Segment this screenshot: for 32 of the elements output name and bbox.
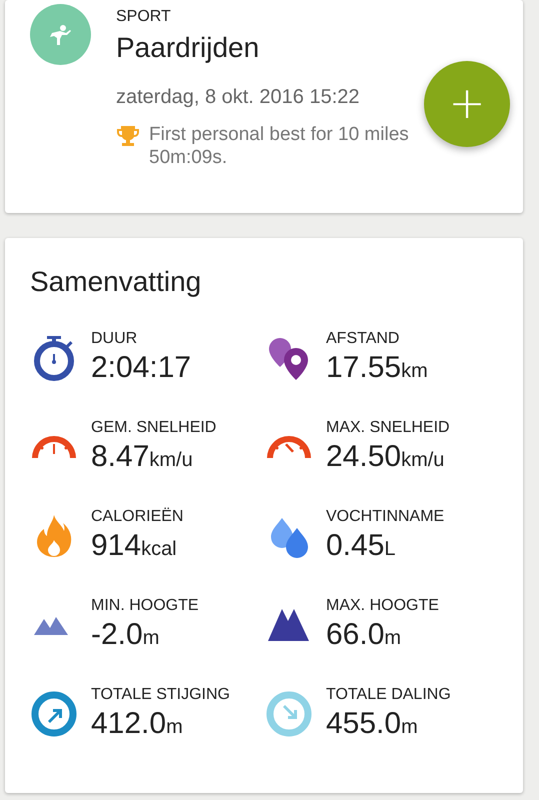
stat-value: 17.55km: [326, 351, 428, 385]
stat-label: VOCHTINNAME: [326, 508, 444, 526]
stat-value: 0.45L: [326, 529, 397, 563]
stat-value: 24.50km/u: [326, 440, 446, 474]
stat-value: 66.0m: [326, 618, 402, 652]
stat-label: TOTALE STIJGING: [91, 686, 230, 704]
stat-label: TOTALE DALING: [326, 686, 451, 704]
trophy-icon: [116, 125, 140, 147]
stat-value: 8.47km/u: [91, 440, 194, 474]
speedometer-icon: [265, 434, 313, 458]
stat-label: CALORIEËN: [91, 508, 184, 526]
summary-title: Samenvatting: [30, 266, 202, 298]
category-label: SPORT: [116, 8, 172, 26]
stat-value: -2.0m: [91, 618, 160, 652]
activity-date: zaterdag, 8 okt. 2016 15:22: [116, 86, 361, 109]
arrow-circle-icon: [30, 690, 78, 738]
stat-value: 2:04:17: [91, 351, 192, 385]
stat-value: 412.0m: [91, 707, 184, 741]
stat-label: AFSTAND: [326, 330, 400, 348]
speedometer-icon: [30, 434, 78, 458]
stat-label: MIN. HOOGTE: [91, 597, 199, 615]
stat-label: MAX. SNELHEID: [326, 419, 450, 437]
achievement-text: 50m:09s.: [149, 146, 228, 169]
stat-value: 914kcal: [91, 529, 178, 563]
arrow-circle-icon: [265, 690, 313, 738]
stat-label: DUUR: [91, 330, 138, 348]
activity-title: Paardrijden: [116, 32, 260, 64]
add-button[interactable]: +: [424, 61, 510, 147]
stat-label: MAX. HOOGTE: [326, 597, 439, 615]
stat-label: GEM. SNELHEID: [91, 419, 216, 437]
stat-value: 455.0m: [326, 707, 419, 741]
achievement-text: First personal best for 10 miles: [149, 123, 409, 146]
